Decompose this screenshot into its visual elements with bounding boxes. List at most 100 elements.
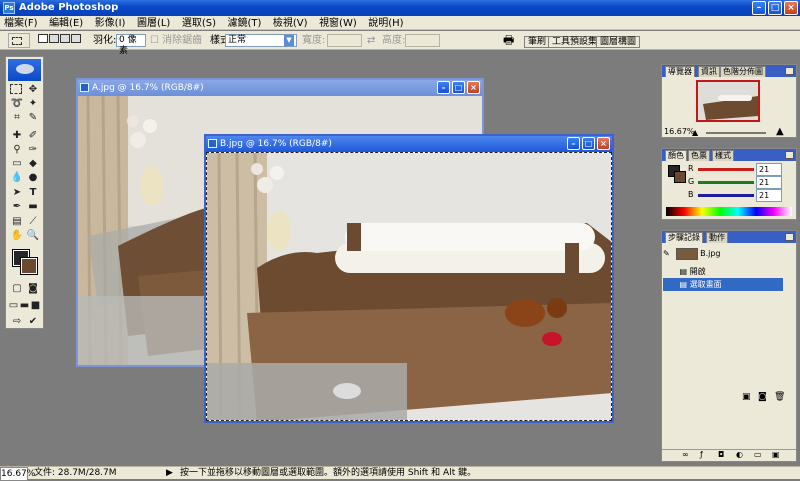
tab-histogram[interactable]: 色階分佈圖 — [720, 66, 766, 77]
tab-navigator[interactable]: 導覽器 — [665, 66, 695, 77]
menu-select[interactable]: 選取(S) — [178, 17, 220, 30]
eyedropper-icon[interactable]: ⟋ — [26, 216, 40, 228]
menu-filter[interactable]: 濾鏡(T) — [223, 17, 265, 30]
navigator-zoom-slider[interactable] — [706, 132, 766, 134]
menu-window[interactable]: 視窗(W) — [315, 17, 361, 30]
move-tool-icon[interactable]: ✥ — [26, 84, 40, 96]
background-color-swatch[interactable] — [20, 257, 38, 275]
tab-history[interactable]: 步驟記錄 — [665, 232, 703, 243]
minimize-button[interactable]: – — [752, 1, 766, 15]
snapshot-icon[interactable]: ◙ — [758, 392, 767, 402]
palette-well-brushes[interactable]: 筆刷 — [524, 36, 551, 48]
menu-edit[interactable]: 編輯(E) — [45, 17, 87, 30]
standard-mode-icon[interactable]: ▢ — [10, 283, 24, 295]
style-select[interactable]: 正常 ▼ — [225, 34, 297, 47]
zoom-out-icon[interactable]: ▲ — [692, 128, 698, 137]
tab-styles[interactable]: 樣式 — [712, 150, 734, 161]
menu-view[interactable]: 檢視(V) — [269, 17, 312, 30]
magic-wand-icon[interactable]: ✦ — [26, 98, 40, 110]
antialias-checkbox[interactable]: ☐ 消除鋸齒 — [150, 33, 202, 48]
subtract-selection-icon[interactable] — [60, 34, 70, 43]
layer-style-icon[interactable]: ƒ — [700, 450, 703, 459]
red-input[interactable]: 21 — [756, 163, 782, 176]
menu-image[interactable]: 影像(I) — [91, 17, 130, 30]
lasso-tool-icon[interactable]: ➰ — [10, 98, 24, 110]
slice-tool-icon[interactable]: ✎ — [26, 112, 40, 124]
document-b-titlebar[interactable]: B.jpg @ 16.7% (RGB/8#) – □ × — [206, 136, 612, 152]
brush-tool-icon[interactable]: ✐ — [26, 130, 40, 142]
height-input[interactable] — [405, 34, 440, 47]
adjustment-icon[interactable]: ◐ — [736, 450, 743, 459]
clone-stamp-icon[interactable]: ⚲ — [10, 144, 24, 156]
color-ramp[interactable] — [666, 207, 792, 216]
menu-layer[interactable]: 圖層(L) — [133, 17, 174, 30]
type-tool-icon[interactable]: T — [26, 187, 40, 199]
pen-tool-icon[interactable]: ✒ — [10, 201, 24, 213]
green-input[interactable]: 21 — [756, 176, 782, 189]
color-bg-swatch[interactable] — [674, 171, 686, 183]
eraser-tool-icon[interactable]: ▭ — [10, 158, 24, 170]
tab-swatches[interactable]: 色票 — [688, 150, 710, 161]
history-item-open[interactable]: ▤ 開啟 — [663, 265, 783, 278]
navigator-thumbnail[interactable] — [696, 80, 760, 122]
zoom-tool-icon[interactable]: 🔍 — [26, 230, 40, 242]
screen-mode-full-menu-icon[interactable]: ▬ — [19, 300, 30, 312]
close-button[interactable]: × — [467, 81, 480, 94]
close-button[interactable]: × — [784, 1, 798, 15]
close-button[interactable]: × — [597, 137, 610, 150]
feather-input[interactable]: 0 像素 — [116, 34, 146, 56]
tab-color[interactable]: 顏色 — [665, 150, 687, 161]
shape-tool-icon[interactable]: ▬ — [26, 201, 40, 213]
new-layer-icon[interactable]: ▣ — [772, 450, 780, 459]
swap-icon[interactable]: ⇄ — [367, 33, 375, 48]
crop-tool-icon[interactable]: ⌗ — [10, 112, 24, 124]
printer-icon[interactable]: 🖶 — [503, 33, 514, 48]
play-icon[interactable]: ▶ — [166, 467, 173, 479]
blue-slider[interactable] — [698, 194, 754, 197]
document-b-canvas[interactable] — [206, 152, 612, 421]
screen-mode-standard-icon[interactable]: ▭ — [8, 300, 19, 312]
marquee-tool-icon[interactable] — [10, 84, 22, 94]
healing-brush-icon[interactable]: ✚ — [10, 130, 24, 142]
maximize-button[interactable]: □ — [768, 1, 782, 15]
green-slider[interactable] — [698, 181, 754, 184]
history-item-select-canvas[interactable]: ▤ 選取畫面 — [663, 278, 783, 291]
tab-info[interactable]: 資訊 — [698, 66, 720, 77]
trash-icon[interactable]: 🗑 — [774, 392, 785, 402]
panel-close-icon[interactable] — [785, 67, 794, 75]
quick-mask-icon[interactable]: ◙ — [26, 283, 40, 295]
maximize-button[interactable]: □ — [452, 81, 465, 94]
history-brush-source-icon[interactable]: ✎ — [663, 247, 673, 260]
notes-tool-icon[interactable]: ▤ — [10, 216, 24, 228]
new-group-icon[interactable]: ▭ — [754, 450, 762, 459]
screen-mode-full-icon[interactable]: ■ — [30, 300, 41, 312]
checkmark-icon[interactable]: ✔ — [26, 316, 40, 328]
hand-tool-icon[interactable]: ✋ — [10, 230, 24, 242]
zoom-in-icon[interactable]: ▲ — [776, 126, 784, 137]
width-input[interactable] — [327, 34, 362, 47]
panel-close-icon[interactable] — [785, 233, 794, 241]
blur-tool-icon[interactable]: 💧 — [10, 172, 24, 184]
status-doc-size[interactable]: 文件: 28.7M/28.7M — [34, 467, 117, 479]
history-brush-icon[interactable]: ✑ — [26, 144, 40, 156]
palette-well-layer-comps[interactable]: 圖層構圖 — [596, 36, 641, 48]
path-selection-icon[interactable]: ➤ — [10, 187, 24, 199]
maximize-button[interactable]: □ — [582, 137, 595, 150]
history-snapshot-row[interactable]: ✎ B.jpg — [663, 247, 783, 260]
minimize-button[interactable]: – — [567, 137, 580, 150]
navigator-zoom-value[interactable]: 16.67% — [664, 127, 695, 136]
minimize-button[interactable]: – — [437, 81, 450, 94]
document-a-titlebar[interactable]: A.jpg @ 16.7% (RGB/8#) – □ × — [78, 80, 482, 96]
new-selection-icon[interactable] — [38, 34, 48, 43]
menu-help[interactable]: 說明(H) — [364, 17, 407, 30]
paint-bucket-icon[interactable]: ◆ — [26, 158, 40, 170]
tab-actions[interactable]: 動作 — [706, 232, 728, 243]
red-slider[interactable] — [698, 168, 754, 171]
new-document-icon[interactable]: ▣ — [742, 392, 751, 402]
tool-preset-picker[interactable] — [8, 33, 30, 48]
document-window-b[interactable]: B.jpg @ 16.7% (RGB/8#) – □ × — [204, 134, 614, 423]
jump-to-imageready-icon[interactable]: ⇨ — [10, 316, 24, 328]
panel-close-icon[interactable] — [785, 151, 794, 159]
mask-icon[interactable]: ◘ — [718, 450, 724, 459]
menu-file[interactable]: 檔案(F) — [0, 17, 42, 30]
